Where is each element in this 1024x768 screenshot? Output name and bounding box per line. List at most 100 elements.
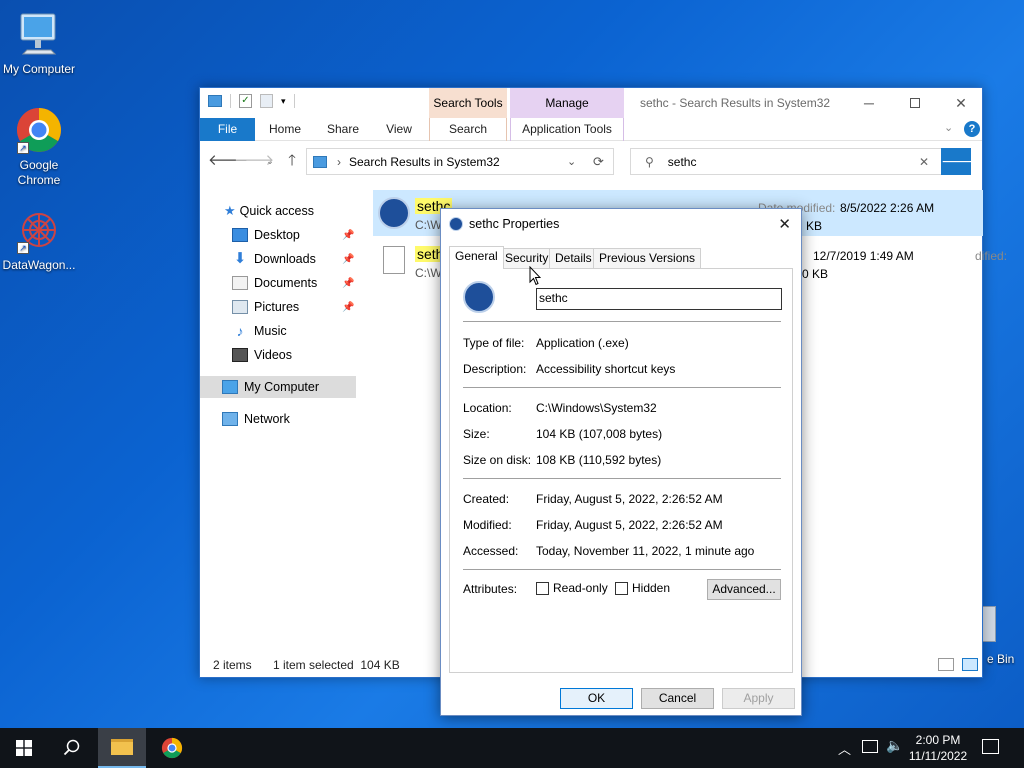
- desktop-icon-datawagon[interactable]: ↗ DataWagon...: [0, 206, 78, 273]
- quick-access-toolbar: ✓ ▾: [208, 94, 295, 108]
- recent-dropdown-button[interactable]: ⌄: [260, 151, 280, 171]
- modified-label: Modified:: [463, 518, 512, 532]
- hidden-checkbox[interactable]: Hidden: [615, 581, 670, 596]
- pin-icon[interactable]: 📌: [342, 278, 354, 289]
- documents-icon: [232, 276, 248, 290]
- address-bar[interactable]: › Search Results in System32 ⌄ ⟳: [306, 148, 614, 175]
- clock[interactable]: 2:00 PM 11/11/2022: [906, 732, 970, 764]
- network-tray-icon[interactable]: [862, 740, 878, 753]
- accessed-label: Accessed:: [463, 544, 519, 558]
- ok-button[interactable]: OK: [560, 688, 633, 709]
- file-size: KB: [806, 219, 823, 233]
- nav-quick-access[interactable]: ★ Quick access: [224, 200, 356, 222]
- dialog-title: sethc Properties: [469, 217, 560, 231]
- properties-icon[interactable]: ✓: [239, 94, 252, 108]
- back-button[interactable]: 🡐: [208, 151, 248, 171]
- nav-my-computer[interactable]: My Computer: [200, 376, 356, 398]
- maximize-icon: [910, 98, 920, 108]
- dialog-titlebar[interactable]: sethc Properties ✕: [441, 209, 801, 239]
- start-button[interactable]: [0, 728, 48, 768]
- new-folder-icon[interactable]: [260, 94, 273, 108]
- volume-tray-icon[interactable]: 🔈: [886, 737, 903, 754]
- minimize-button[interactable]: ─: [846, 88, 892, 118]
- computer-icon: [15, 10, 63, 58]
- breadcrumb-current[interactable]: Search Results in System32: [349, 155, 500, 169]
- large-icons-view-icon[interactable]: [962, 658, 978, 671]
- ribbon-expand-icon[interactable]: ⌄: [944, 121, 953, 134]
- nav-music[interactable]: ♪ Music: [232, 320, 356, 342]
- maximize-button[interactable]: [892, 88, 938, 118]
- up-button[interactable]: 🡑: [282, 151, 302, 171]
- search-box[interactable]: ⚲ sethc ✕: [630, 148, 942, 175]
- apply-button[interactable]: Apply: [722, 688, 795, 709]
- search-go-button[interactable]: 🡒: [941, 148, 979, 175]
- file-icon: [383, 246, 405, 274]
- file-path: C:\W: [415, 266, 442, 280]
- readonly-checkbox-box[interactable]: [536, 582, 549, 596]
- desktop-icon-label: DataWagon...: [2, 258, 76, 272]
- search-input[interactable]: sethc: [668, 155, 697, 169]
- breadcrumb-separator-icon: ›: [337, 154, 341, 169]
- desktop-icon-chrome[interactable]: ↗ Google Chrome: [0, 106, 78, 188]
- advanced-button[interactable]: Advanced...: [707, 579, 781, 600]
- clear-search-icon[interactable]: ✕: [919, 155, 929, 169]
- pin-icon[interactable]: 📌: [342, 254, 354, 265]
- qat-dropdown-icon[interactable]: ▾: [281, 96, 286, 107]
- pictures-icon: [232, 300, 248, 314]
- divider: [463, 387, 781, 388]
- tab-application-tools[interactable]: Application Tools: [510, 118, 624, 141]
- taskbar-chrome[interactable]: [148, 728, 196, 768]
- recycle-bin-icon[interactable]: [982, 606, 996, 642]
- desktop-icon-my-computer[interactable]: My Computer: [0, 10, 78, 77]
- tab-search[interactable]: Search: [429, 118, 507, 141]
- readonly-checkbox[interactable]: Read-only: [536, 581, 608, 596]
- details-view-icon[interactable]: [938, 658, 954, 671]
- nav-downloads[interactable]: ⬇ Downloads 📌: [232, 248, 356, 270]
- show-hidden-icons-button[interactable]: ︿: [838, 739, 851, 758]
- sethc-app-icon: [463, 281, 495, 313]
- divider: [463, 321, 781, 322]
- file-date: 12/7/2019 1:49 AM: [813, 249, 914, 263]
- tab-home[interactable]: Home: [260, 118, 310, 141]
- cancel-button[interactable]: Cancel: [641, 688, 714, 709]
- tab-general[interactable]: General: [449, 246, 504, 269]
- context-tab-search-tools: Search Tools: [429, 88, 507, 118]
- nav-videos[interactable]: Videos: [232, 344, 356, 366]
- tab-view[interactable]: View: [375, 118, 423, 141]
- hidden-checkbox-box[interactable]: [615, 582, 628, 596]
- taskbar-file-explorer[interactable]: [98, 728, 146, 768]
- forward-button[interactable]: 🡒: [234, 151, 274, 171]
- tab-share[interactable]: Share: [318, 118, 368, 141]
- pin-icon[interactable]: 📌: [342, 230, 354, 241]
- pin-icon[interactable]: 📌: [342, 302, 354, 313]
- help-icon[interactable]: ?: [964, 121, 980, 137]
- address-dropdown-icon[interactable]: ⌄: [567, 155, 576, 168]
- refresh-icon[interactable]: ⟳: [593, 154, 604, 170]
- file-date-label: dified:: [975, 249, 1008, 263]
- folder-icon: [208, 95, 222, 107]
- search-button[interactable]: [48, 728, 96, 768]
- tab-file[interactable]: File: [200, 118, 255, 141]
- divider: [463, 478, 781, 479]
- dialog-close-button[interactable]: ✕: [778, 215, 791, 233]
- divider: [463, 569, 781, 570]
- tab-details[interactable]: Details: [549, 248, 598, 268]
- tab-previous-versions[interactable]: Previous Versions: [593, 248, 702, 268]
- nav-desktop[interactable]: Desktop 📌: [232, 224, 356, 246]
- clock-date: 11/11/2022: [908, 749, 968, 763]
- status-selection: 1 item selected 104 KB: [273, 658, 400, 672]
- properties-dialog[interactable]: sethc Properties ✕ General Security Deta…: [440, 208, 802, 716]
- search-icon: [63, 739, 80, 756]
- close-button[interactable]: ✕: [938, 88, 984, 118]
- minimize-icon: ─: [864, 95, 874, 111]
- sethc-app-icon: [449, 217, 463, 231]
- action-center-button[interactable]: [982, 739, 999, 754]
- nav-network[interactable]: Network: [222, 408, 356, 430]
- explorer-titlebar[interactable]: ✓ ▾ Search Tools Manage sethc - Search R…: [200, 88, 982, 118]
- desktop-icon-label: My Computer: [2, 62, 76, 76]
- nav-documents[interactable]: Documents 📌: [232, 272, 356, 294]
- location-value: C:\Windows\System32: [536, 401, 657, 415]
- filename-input[interactable]: sethc: [536, 288, 782, 310]
- tab-security[interactable]: Security: [499, 248, 555, 268]
- nav-pictures[interactable]: Pictures 📌: [232, 296, 356, 318]
